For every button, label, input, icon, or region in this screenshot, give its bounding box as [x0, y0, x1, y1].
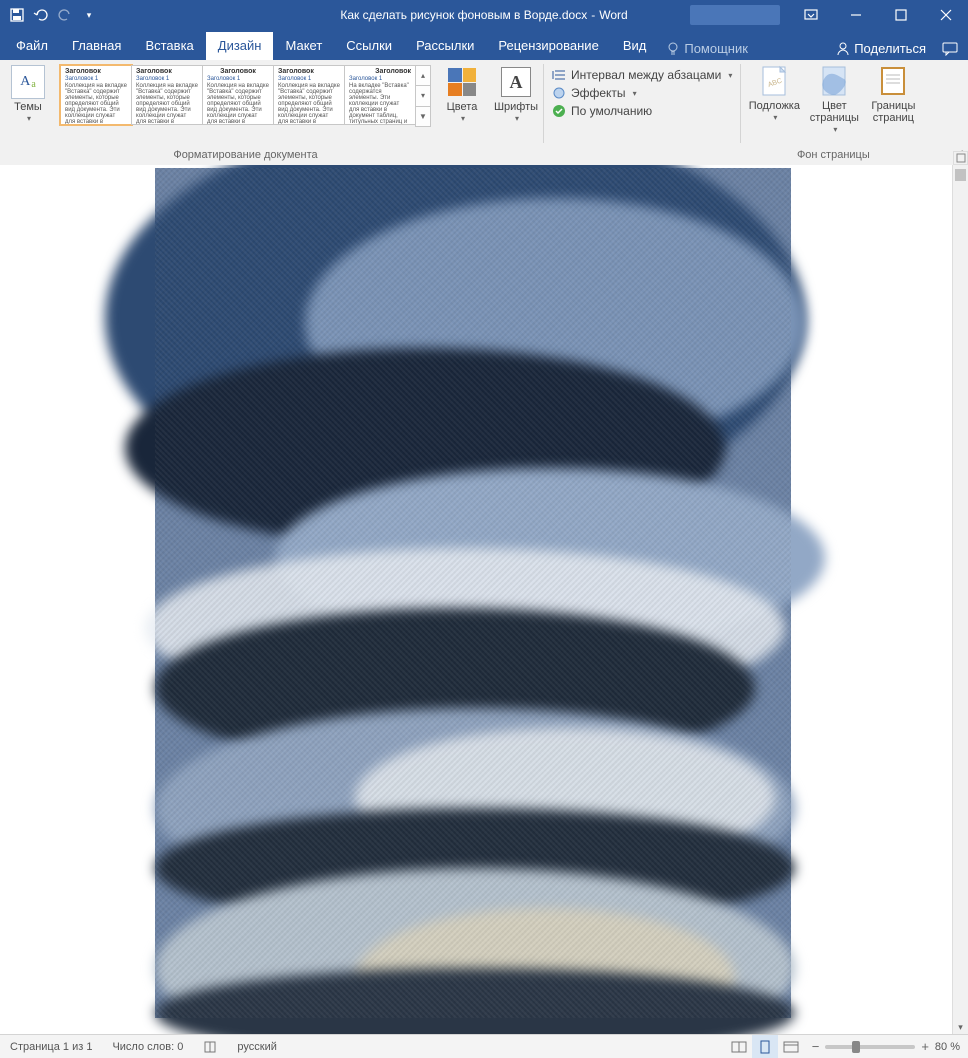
paragraph-options: Интервал между абзацами▾ Эффекты▾ По умо… [544, 60, 740, 165]
effects-label: Эффекты [571, 86, 626, 100]
style-set-item[interactable]: ЗаголовокЗаголовок 1Коллекция на вкладке… [60, 65, 132, 125]
style-set-item[interactable]: ЗаголовокЗаголовок 1Коллекция на вкладке… [131, 65, 203, 125]
fonts-label: Шрифты [494, 101, 538, 113]
page-indicator[interactable]: Страница 1 из 1 [0, 1035, 102, 1058]
quick-access-toolbar: ▾ [0, 4, 100, 26]
zoom-in-button[interactable]: + [921, 1039, 929, 1054]
spellcheck-button[interactable] [193, 1035, 227, 1058]
themes-label: Темы [14, 101, 42, 113]
word-count[interactable]: Число слов: 0 [102, 1035, 193, 1058]
zoom-level[interactable]: 80 % [935, 1041, 960, 1053]
document-name: Как сделать рисунок фоновым в Ворде.docx [340, 8, 587, 22]
tab-file[interactable]: Файл [4, 32, 60, 60]
title-bar: ▾ Как сделать рисунок фоновым в Ворде.do… [0, 0, 968, 30]
page-borders-icon [876, 64, 910, 98]
effects-button[interactable]: Эффекты▾ [548, 84, 641, 102]
qat-customize-icon[interactable]: ▾ [78, 4, 100, 26]
redo-icon[interactable] [54, 4, 76, 26]
tab-insert[interactable]: Вставка [133, 32, 205, 60]
share-button[interactable]: Поделиться [826, 41, 936, 60]
page-color-label: Цвет страницы [803, 100, 865, 124]
fonts-button[interactable]: A Шрифты ▾ [493, 63, 539, 125]
vertical-scrollbar[interactable]: ▾ [952, 165, 968, 1035]
language-indicator[interactable]: русский [227, 1035, 286, 1058]
page-color-button[interactable]: Цвет страницы▾ [803, 62, 865, 136]
undo-icon[interactable] [30, 4, 52, 26]
page-background-group: ABC Подложка▾ Цвет страницы▾ Границы стр… [741, 60, 925, 165]
default-label: По умолчанию [571, 104, 652, 118]
document-area[interactable] [0, 165, 953, 1035]
chevron-down-icon[interactable]: ▾ [416, 86, 430, 106]
formatting-group-label: Форматирование документа [56, 149, 435, 161]
book-icon [203, 1040, 217, 1054]
zoom-slider-knob[interactable] [852, 1041, 860, 1053]
share-label: Поделиться [854, 41, 926, 56]
set-default-button[interactable]: По умолчанию [548, 102, 656, 120]
style-set-item[interactable]: ЗаголовокЗаголовок 1Коллекция на вкладке… [202, 65, 274, 125]
app-name: Word [599, 8, 627, 22]
ribbon: Aa Темы ▾ ЗаголовокЗаголовок 1Коллекция … [0, 60, 968, 166]
colors-group: Цвета ▾ [435, 60, 489, 165]
chevron-down-icon[interactable]: ▾ [953, 1022, 968, 1033]
colors-icon [448, 68, 476, 96]
tab-home[interactable]: Главная [60, 32, 133, 60]
effects-icon [552, 86, 566, 100]
fonts-icon: A [501, 67, 531, 97]
paragraph-spacing-label: Интервал между абзацами [571, 68, 721, 82]
check-circle-icon [552, 104, 566, 118]
style-set-item[interactable]: ЗаголовокЗаголовок 1Коллекция на вкладке… [273, 65, 345, 125]
status-bar: Страница 1 из 1 Число слов: 0 русский − … [0, 1034, 968, 1058]
ribbon-tabs: Файл Главная Вставка Дизайн Макет Ссылки… [0, 30, 968, 60]
themes-group: Aa Темы ▾ [0, 60, 56, 165]
close-button[interactable] [923, 0, 968, 30]
window-title: Как сделать рисунок фоновым в Ворде.docx… [340, 8, 627, 22]
zoom-slider[interactable] [825, 1045, 915, 1049]
save-icon[interactable] [6, 4, 28, 26]
tab-layout[interactable]: Макет [273, 32, 334, 60]
minimize-button[interactable] [833, 0, 878, 30]
lightbulb-icon [666, 42, 680, 56]
watermark-label: Подложка [749, 100, 800, 112]
zoom-out-button[interactable]: − [812, 1039, 820, 1054]
colors-button[interactable]: Цвета ▾ [439, 63, 485, 125]
document-page [155, 168, 791, 1018]
comments-icon[interactable] [936, 42, 964, 60]
person-icon [836, 42, 850, 56]
read-mode-button[interactable] [726, 1035, 752, 1058]
tab-review[interactable]: Рецензирование [486, 32, 610, 60]
paragraph-spacing-icon [552, 68, 566, 82]
page-borders-button[interactable]: Границы страниц [865, 62, 921, 124]
tell-me-label: Помощник [684, 41, 748, 56]
tab-references[interactable]: Ссылки [334, 32, 404, 60]
tab-design[interactable]: Дизайн [206, 32, 274, 60]
gallery-more-icon[interactable]: ▼ [416, 107, 430, 126]
tab-mailings[interactable]: Рассылки [404, 32, 486, 60]
fonts-group: A Шрифты ▾ [489, 60, 543, 165]
paragraph-spacing-button[interactable]: Интервал между абзацами▾ [548, 66, 736, 84]
page-borders-label: Границы страниц [865, 100, 921, 124]
colors-label: Цвета [447, 101, 478, 113]
style-set-gallery: ЗаголовокЗаголовок 1Коллекция на вкладке… [60, 63, 431, 127]
themes-icon: Aa [11, 65, 45, 99]
ruler-toggle[interactable] [953, 151, 968, 165]
zoom-control: − + 80 % [804, 1039, 968, 1054]
page-color-icon [817, 64, 851, 98]
page-background-group-label: Фон страницы [741, 149, 925, 161]
print-layout-button[interactable] [752, 1035, 778, 1058]
scrollbar-thumb[interactable] [955, 169, 966, 181]
web-layout-button[interactable] [778, 1035, 804, 1058]
tell-me[interactable]: Помощник [658, 41, 756, 60]
document-formatting-group: ЗаголовокЗаголовок 1Коллекция на вкладке… [56, 60, 435, 165]
gallery-scroll[interactable]: ▴▾▼ [415, 65, 431, 127]
watermark-icon: ABC [757, 64, 791, 98]
watermark-button[interactable]: ABC Подложка▾ [745, 62, 803, 124]
maximize-button[interactable] [878, 0, 923, 30]
tab-view[interactable]: Вид [611, 32, 659, 60]
ribbon-display-icon[interactable] [788, 0, 833, 30]
style-set-item[interactable]: ЗаголовокЗаголовок 1На вкладке "Вставка"… [344, 65, 416, 125]
user-account[interactable] [690, 5, 780, 25]
chevron-up-icon[interactable]: ▴ [416, 66, 430, 86]
themes-button[interactable]: Aa Темы ▾ [5, 63, 51, 125]
